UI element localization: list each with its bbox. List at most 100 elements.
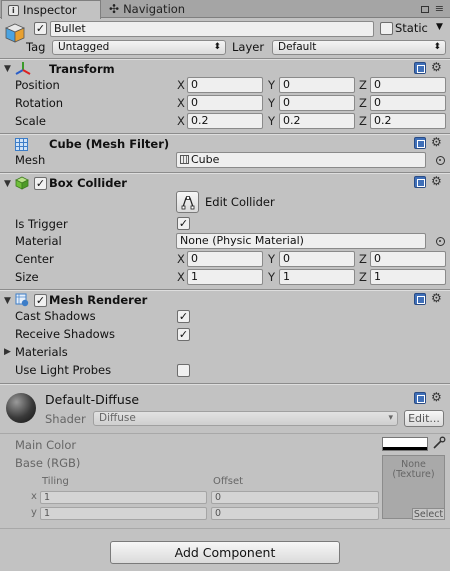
mesh-value: Cube <box>191 153 220 166</box>
menu-icon[interactable]: ≡ <box>435 2 444 15</box>
help-book-icon[interactable] <box>414 176 426 188</box>
position-label: Position <box>15 78 60 92</box>
physic-material-field[interactable]: None (Physic Material) <box>176 233 426 249</box>
size-x-field[interactable]: 1 <box>187 269 263 285</box>
rotation-y-field[interactable]: 0 <box>279 95 355 111</box>
tab-navigation-label: Navigation <box>123 2 186 16</box>
x-axis-label: X <box>177 78 185 92</box>
help-book-icon[interactable] <box>414 137 426 149</box>
tiling-x-axis-label: x <box>31 491 37 502</box>
is-trigger-label: Is Trigger <box>15 217 68 231</box>
shader-edit-button[interactable]: Edit... <box>404 410 444 427</box>
scale-y-field[interactable]: 0.2 <box>279 113 355 129</box>
base-rgb-label: Base (RGB) <box>15 456 81 470</box>
center-y-field[interactable]: 0 <box>279 251 355 267</box>
size-z-field[interactable]: 1 <box>370 269 446 285</box>
scale-z-field[interactable]: 0.2 <box>370 113 446 129</box>
eyedropper-icon[interactable] <box>432 436 446 453</box>
chevron-updown-icon: ⬍ <box>213 42 221 52</box>
transform-foldout-icon[interactable]: ▼ <box>4 64 11 74</box>
tiling-y-field[interactable]: 1 <box>40 507 207 520</box>
size-y-field[interactable]: 1 <box>279 269 355 285</box>
layer-dropdown[interactable]: Default ⬍ <box>272 40 446 55</box>
static-checkbox[interactable] <box>380 22 393 35</box>
mesh-renderer-enabled-checkbox[interactable] <box>34 294 47 307</box>
receive-shadows-label: Receive Shadows <box>15 327 116 341</box>
edit-collider-label: Edit Collider <box>205 195 275 209</box>
tag-dropdown[interactable]: Untagged ⬍ <box>52 40 226 55</box>
rotation-x-field[interactable]: 0 <box>187 95 263 111</box>
divider <box>0 290 450 291</box>
inspector-icon: i <box>8 4 19 16</box>
static-label: Static <box>395 21 428 35</box>
cast-shadows-label: Cast Shadows <box>15 309 96 323</box>
main-color-label: Main Color <box>15 438 77 452</box>
divider <box>0 433 450 434</box>
mesh-renderer-foldout-icon[interactable]: ▼ <box>4 296 11 306</box>
center-label: Center <box>15 252 54 266</box>
rotation-z-field[interactable]: 0 <box>370 95 446 111</box>
edit-collider-button[interactable] <box>176 191 199 213</box>
cast-shadows-checkbox[interactable] <box>177 310 190 323</box>
z-axis-label: Z <box>359 114 367 128</box>
main-color-swatch[interactable] <box>382 437 428 451</box>
y-axis-label: Y <box>268 96 276 110</box>
chevron-updown-icon: ⬍ <box>433 42 441 52</box>
x-axis-label: X <box>177 252 185 266</box>
offset-y-field[interactable]: 0 <box>211 507 379 520</box>
static-dropdown-icon[interactable]: ▼ <box>436 22 443 32</box>
mesh-filter-title: Cube (Mesh Filter) <box>49 137 170 151</box>
layer-label: Layer <box>232 40 265 54</box>
position-y-field[interactable]: 0 <box>279 77 355 93</box>
box-collider-icon <box>15 176 29 190</box>
gameobject-name-field[interactable]: Bullet <box>50 21 374 37</box>
z-axis-label: Z <box>359 78 367 92</box>
tiling-x-field[interactable]: 1 <box>40 491 207 504</box>
scale-x-field[interactable]: 0.2 <box>187 113 263 129</box>
tab-options[interactable]: ≡ <box>420 2 444 15</box>
y-axis-label: Y <box>268 78 276 92</box>
box-collider-foldout-icon[interactable]: ▼ <box>4 179 11 189</box>
materials-label[interactable]: Materials <box>15 345 68 359</box>
material-name: Default-Diffuse <box>45 392 140 407</box>
receive-shadows-checkbox[interactable] <box>177 328 190 341</box>
tiling-label: Tiling <box>42 476 69 487</box>
shader-dropdown-value: Diffuse <box>99 412 136 424</box>
position-z-field[interactable]: 0 <box>370 77 446 93</box>
use-light-probes-label: Use Light Probes <box>15 363 112 377</box>
help-book-icon[interactable] <box>414 62 426 74</box>
mesh-renderer-title: Mesh Renderer <box>49 293 148 307</box>
gear-icon[interactable]: ⚙ <box>431 291 442 305</box>
help-book-icon[interactable] <box>414 293 426 305</box>
gameobject-active-checkbox[interactable] <box>34 22 47 35</box>
tab-inspector[interactable]: i Inspector <box>1 0 101 19</box>
object-picker-icon[interactable] <box>436 237 445 246</box>
transform-axes-icon <box>15 61 31 75</box>
position-x-field[interactable]: 0 <box>187 77 263 93</box>
texture-slot[interactable]: None (Texture) Select <box>382 455 445 520</box>
scale-label: Scale <box>15 114 46 128</box>
offset-x-field[interactable]: 0 <box>211 491 379 504</box>
gear-icon[interactable]: ⚙ <box>431 174 442 188</box>
gear-icon[interactable]: ⚙ <box>431 60 442 74</box>
center-x-field[interactable]: 0 <box>187 251 263 267</box>
gear-icon[interactable]: ⚙ <box>431 135 442 149</box>
object-picker-icon[interactable] <box>436 156 445 165</box>
texture-select-button[interactable]: Select <box>412 508 445 520</box>
tab-navigation[interactable]: ✣ Navigation <box>103 0 203 18</box>
gameobject-cube-icon <box>4 22 26 44</box>
materials-foldout-icon[interactable]: ▶ <box>4 347 11 357</box>
lock-icon[interactable] <box>420 6 429 13</box>
gear-icon[interactable]: ⚙ <box>431 390 442 404</box>
mesh-object-field[interactable]: Cube <box>176 152 426 168</box>
add-component-button[interactable]: Add Component <box>110 541 340 564</box>
x-axis-label: X <box>177 114 185 128</box>
box-collider-enabled-checkbox[interactable] <box>34 177 47 190</box>
help-book-icon[interactable] <box>414 392 426 404</box>
x-axis-label: X <box>177 96 185 110</box>
divider <box>0 134 450 135</box>
shader-dropdown[interactable]: Diffuse ▾ <box>93 411 398 426</box>
use-light-probes-checkbox[interactable] <box>177 364 190 377</box>
center-z-field[interactable]: 0 <box>370 251 446 267</box>
is-trigger-checkbox[interactable] <box>177 217 190 230</box>
